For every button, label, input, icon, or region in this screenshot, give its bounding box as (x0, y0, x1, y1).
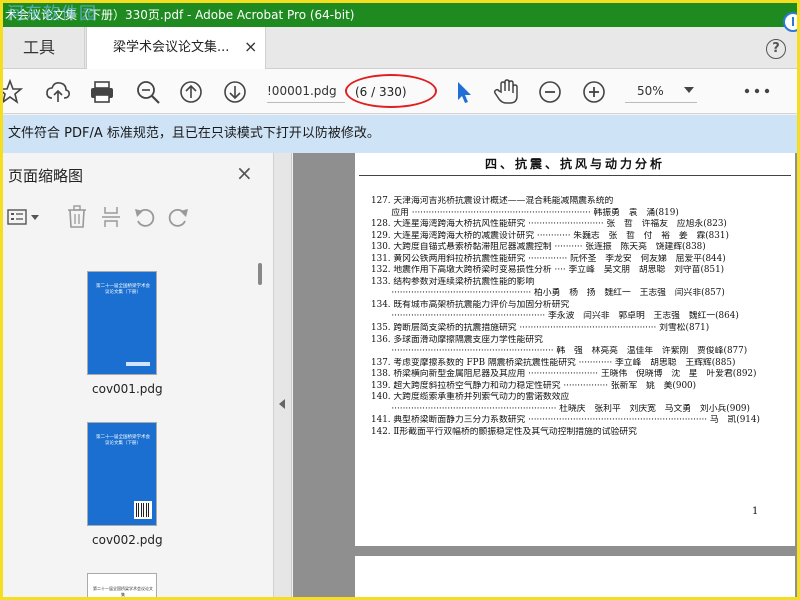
tab-document-label: 梁学术会议论文集... (113, 40, 230, 55)
toc-entry: 136. 多球面滑动摩擦隔震支座力学性能研究 (371, 334, 543, 345)
section-heading: 四、抗震、抗风与动力分析 (484, 157, 665, 171)
scrollbar-thumb[interactable] (258, 263, 262, 285)
toc-entry: ········································… (371, 346, 748, 357)
collapse-arrow-icon[interactable] (279, 399, 285, 409)
thumbnail-cover-title: 第二十一届全国桥梁学术会议论文集（下册） (96, 435, 150, 446)
extract-page-icon[interactable] (100, 205, 122, 229)
barcode (134, 501, 152, 519)
thumbnail-scrollbar[interactable] (256, 258, 264, 597)
toc-entry: 142. Ⅱ形截面平行双幅桥的颤振稳定性及其气动控制措施的试验研究 (371, 426, 637, 437)
tab-close-icon[interactable]: × (244, 37, 257, 56)
chevron-down-icon[interactable] (684, 86, 694, 94)
thumbnail-page-3[interactable]: 第二十一届全国桥梁学术会议论文集 (87, 573, 157, 597)
toc-entry: 应用 ·····································… (371, 207, 679, 218)
page-name-field[interactable]: !00001.pdg (267, 79, 345, 103)
panel-divider[interactable] (274, 153, 292, 597)
info-icon (783, 12, 797, 32)
toc-entry: 129. 大连星海湾跨海大桥的减震设计研究 ············ 朱巍志 张… (371, 230, 729, 241)
more-options-icon[interactable] (743, 88, 773, 94)
toc-entry: 139. 超大跨度斜拉桥空气静力和动力稳定性研究 ···············… (371, 380, 697, 391)
document-view: 四、抗震、抗风与动力分析 127. 天津海河吉兆桥抗震设计概述——混合耗能减隔震… (293, 153, 797, 597)
toc-entry: 128. 大连星海湾跨海大桥抗风性能研究 ···················… (371, 219, 727, 230)
page-thumbnails-panel: 页面缩略图 × 第二十一届全国桥梁学术会议论文集（下册） cov001.pdg … (3, 153, 274, 597)
trash-icon[interactable] (66, 205, 88, 229)
highlight-ellipse (345, 74, 437, 108)
toc-entry: ········································… (371, 288, 725, 299)
thumbnail-caption: cov001.pdg (92, 382, 163, 396)
toolbar: !00001.pdg (6 / 330) 50% (3, 69, 797, 114)
thumbnail-cov002[interactable]: 第二十一届全国桥梁学术会议论文集（下册） (87, 422, 157, 526)
tab-tools[interactable]: 工具 (3, 27, 85, 69)
toc-entry: 134. 既有城市高架桥抗震能力评价与加固分析研究 (371, 299, 570, 310)
toc-entry: ········································… (371, 403, 750, 414)
star-icon[interactable] (3, 79, 23, 105)
thumbnail-cov001[interactable]: 第二十一届全国桥梁学术会议论文集（下册） (87, 271, 157, 375)
rotate-counterclockwise-icon[interactable] (133, 205, 157, 229)
title-bar: 术会议论文集（下册）330页.pdf - Adobe Acrobat Pro (… (3, 3, 797, 27)
thumbnail-cover-title: 第二十一届全国桥梁学术会议论文集（下册） (96, 284, 150, 295)
document-page: 四、抗震、抗风与动力分析 127. 天津海河吉兆桥抗震设计概述——混合耗能减隔震… (355, 153, 795, 546)
thumbnail-caption: cov002.pdg (92, 533, 163, 547)
toc-entry: 130. 大跨度自锚式悬索桥黏滞阻尼器减震控制 ·········· 张连振 陈… (371, 242, 706, 253)
toc-entry: 141. 典型桥梁断面静力三分力系数研究 ···················… (371, 415, 760, 426)
watermark-top: 河东软件园 (7, 4, 97, 24)
help-icon[interactable]: ? (766, 39, 786, 59)
toc-entry: 127. 天津海河吉兆桥抗震设计概述——混合耗能减隔震系统的 (371, 196, 614, 206)
notice-text: 文件符合 PDF/A 标准规范，且已在只读模式下打开以防被修改。 (8, 126, 380, 141)
zoom-out-search-icon[interactable] (135, 79, 161, 105)
toc-entry: 140. 大跨度缆索承重桥并列索气动力的雷诺数效应 (371, 392, 570, 403)
toc-entry: 131. 黄冈公铁两用斜拉桥抗震性能研究 ·············· 阮怀圣 … (371, 253, 726, 264)
panel-toolbar (3, 201, 273, 235)
app-window: 术会议论文集（下册）330页.pdf - Adobe Acrobat Pro (… (0, 0, 800, 600)
cloud-upload-icon[interactable] (45, 79, 71, 105)
hand-tool-icon[interactable] (493, 79, 519, 105)
watermark-bottom: www.cndao.com (653, 573, 771, 591)
toc-entry: 133. 结构参数对连续梁桥抗震性能的影响 (371, 276, 535, 287)
next-page-icon[interactable] (222, 79, 248, 105)
toc-entry: 135. 跨断层简支梁桥的抗震措施研究 ····················… (371, 323, 710, 334)
tab-document[interactable]: 梁学术会议论文集... (86, 27, 266, 70)
previous-page-icon[interactable] (178, 79, 204, 105)
heading-rule (359, 175, 791, 176)
toc-entry: ········································… (371, 311, 739, 322)
thumbnail-options-icon[interactable] (7, 207, 41, 227)
thumbnail-cover-title: 第二十一届全国桥梁学术会议论文集 (93, 586, 153, 597)
select-cursor-icon[interactable] (452, 79, 478, 105)
document-page-number: 1 (752, 506, 759, 517)
rotate-clockwise-icon[interactable] (166, 205, 190, 229)
panel-close-icon[interactable]: × (236, 161, 253, 185)
tabs-bar: 工具 梁学术会议论文集... × ? (3, 27, 797, 70)
zoom-in-icon[interactable] (581, 79, 607, 105)
print-icon[interactable] (89, 79, 115, 105)
toc-entries: 127. 天津海河吉兆桥抗震设计概述——混合耗能减隔震系统的 应用 ······… (371, 196, 783, 438)
toc-entry: 137. 考虑变摩擦系数的 FPB 隔震桥梁抗震性能研究 ···········… (371, 357, 736, 368)
panel-title: 页面缩略图 (8, 167, 84, 185)
toc-entry: 138. 桥梁横向新型金属阻尼器及其应用 ···················… (371, 369, 757, 380)
notice-bar: 文件符合 PDF/A 标准规范，且已在只读模式下打开以防被修改。 (3, 115, 797, 153)
zoom-out-icon[interactable] (537, 79, 563, 105)
publisher-mark (126, 362, 150, 366)
toc-entry: 132. 地震作用下高墩大跨桥梁时变易损性分析 ···· 李立峰 吴文朋 胡思聪… (371, 265, 725, 276)
